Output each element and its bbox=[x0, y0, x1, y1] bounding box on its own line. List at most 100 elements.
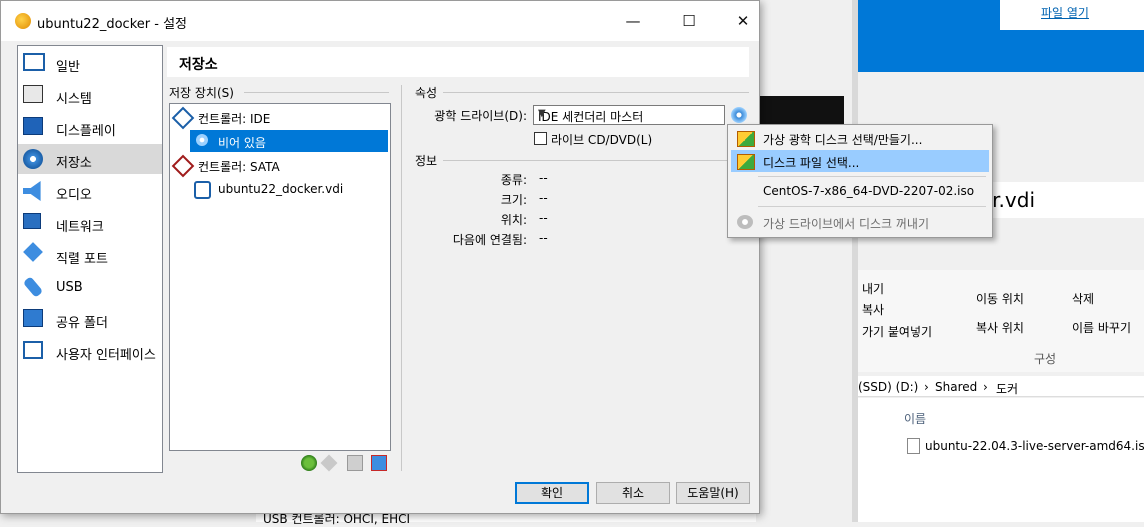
iso-file-icon bbox=[907, 438, 920, 454]
storage-devices-label: 저장 장치(S) bbox=[169, 86, 234, 100]
optical-drive-select[interactable]: IDE 세컨더리 마스터 ▼ bbox=[533, 105, 725, 125]
add-controller-icon[interactable] bbox=[301, 455, 317, 471]
ribbon-copy[interactable]: 복사 bbox=[862, 301, 884, 318]
network-icon bbox=[23, 213, 41, 229]
menu-item-label: 가상 광학 디스크 선택/만들기... bbox=[763, 133, 923, 147]
maximize-button[interactable]: ☐ bbox=[671, 9, 707, 33]
cancel-button[interactable]: 취소 bbox=[596, 482, 670, 504]
nav-item-label: 오디오 bbox=[56, 188, 92, 203]
pane-divider bbox=[401, 85, 402, 471]
background-dark-panel bbox=[758, 96, 844, 126]
controller-icon bbox=[171, 106, 195, 130]
settings-dialog: ubuntu22_docker - 설정 — ☐ ✕ 일반 시스템 디스플레이 … bbox=[0, 0, 760, 514]
shared-folder-icon bbox=[23, 309, 43, 327]
ribbon-paste[interactable]: 가기 붙여넣기 bbox=[862, 323, 932, 340]
settings-nav: 일반 시스템 디스플레이 저장소 오디오 네트워크 직렬 포트 USB 공유 폴… bbox=[17, 45, 163, 473]
attributes-divider bbox=[443, 92, 749, 93]
virtualbox-app-icon bbox=[15, 13, 31, 29]
live-cd-label[interactable]: 라이브 CD/DVD(L) bbox=[551, 131, 652, 148]
page-header: 저장소 bbox=[167, 47, 749, 77]
nav-item-serial-port[interactable]: 직렬 포트 bbox=[18, 240, 162, 270]
serial-port-icon bbox=[23, 242, 43, 262]
info-attached-value: -- bbox=[539, 231, 548, 245]
tree-node-label: 컨트롤러: SATA bbox=[198, 160, 280, 174]
user-interface-icon bbox=[23, 341, 43, 359]
path-sep-2: › bbox=[983, 380, 988, 394]
folder-disk-icon bbox=[737, 154, 755, 170]
info-type-label: 종류: bbox=[500, 173, 527, 187]
menu-item-choose-create-disk[interactable]: 가상 광학 디스크 선택/만들기... bbox=[731, 127, 989, 149]
nav-item-label: 네트워크 bbox=[56, 220, 104, 235]
attributes-label: 속성 bbox=[415, 86, 438, 100]
info-divider bbox=[443, 160, 749, 161]
nav-item-network[interactable]: 네트워크 bbox=[18, 208, 162, 238]
live-cd-checkbox[interactable] bbox=[534, 132, 547, 145]
storage-devices-divider bbox=[244, 92, 389, 93]
general-icon bbox=[23, 53, 45, 71]
info-size-label: 크기: bbox=[500, 193, 527, 207]
minimize-button[interactable]: — bbox=[615, 9, 651, 33]
nav-item-label: 공유 폴더 bbox=[56, 316, 108, 331]
tree-node-label: 컨트롤러: IDE bbox=[198, 112, 271, 126]
nav-item-user-interface[interactable]: 사용자 인터페이스 bbox=[18, 336, 162, 366]
menu-item-choose-disk-file[interactable]: 디스크 파일 선택... bbox=[731, 150, 989, 172]
ribbon-copy-to[interactable]: 복사 위치 bbox=[976, 319, 1024, 336]
nav-item-system[interactable]: 시스템 bbox=[18, 80, 162, 110]
nav-item-label: 저장소 bbox=[56, 156, 92, 171]
tree-node-label: 비어 있음 bbox=[218, 136, 266, 150]
nav-item-label: 직렬 포트 bbox=[56, 252, 108, 267]
controller-icon bbox=[171, 154, 195, 178]
column-name-header[interactable]: 이름 bbox=[904, 410, 926, 427]
remove-attachment-icon[interactable] bbox=[371, 455, 387, 471]
path-shared[interactable]: Shared bbox=[935, 380, 977, 394]
nav-item-general[interactable]: 일반 bbox=[18, 48, 162, 78]
nav-item-label: 디스플레이 bbox=[56, 124, 116, 139]
tree-node-sata-controller[interactable]: 컨트롤러: SATA bbox=[170, 154, 388, 178]
hard-disk-icon bbox=[194, 181, 211, 199]
nav-item-audio[interactable]: 오디오 bbox=[18, 176, 162, 206]
path-docker[interactable]: 도커 bbox=[996, 380, 1018, 397]
path-sep-1: › bbox=[924, 380, 929, 394]
tree-node-sata-disk[interactable]: ubuntu22_docker.vdi bbox=[190, 178, 388, 200]
nav-item-label: USB bbox=[56, 280, 83, 295]
ribbon-group-label: 구성 bbox=[1034, 352, 1057, 366]
ribbon-cut[interactable]: 내기 bbox=[862, 280, 884, 297]
nav-item-storage[interactable]: 저장소 bbox=[18, 144, 162, 174]
explorer-file-list bbox=[858, 398, 1144, 522]
ribbon-delete[interactable]: 삭제 bbox=[1072, 290, 1094, 307]
choose-disk-button[interactable] bbox=[729, 105, 749, 125]
usb-icon bbox=[22, 276, 44, 298]
remove-controller-icon[interactable] bbox=[320, 454, 338, 472]
menu-separator bbox=[758, 206, 986, 207]
eject-disk-icon bbox=[737, 215, 753, 229]
audio-icon bbox=[23, 181, 41, 201]
menu-item-centos-iso[interactable]: CentOS-7-x86_64-DVD-2207-02.iso bbox=[731, 180, 989, 202]
image-disk-icon bbox=[737, 131, 755, 147]
info-type-value: -- bbox=[539, 171, 548, 185]
ok-button[interactable]: 확인 bbox=[515, 482, 589, 504]
background-window-left bbox=[758, 0, 856, 522]
ribbon-rename[interactable]: 이름 바꾸기 bbox=[1072, 319, 1131, 336]
nav-item-shared-folder[interactable]: 공유 폴더 bbox=[18, 304, 162, 334]
close-button[interactable]: ✕ bbox=[725, 9, 761, 33]
title-bar: ubuntu22_docker - 설정 — ☐ ✕ bbox=[1, 1, 759, 41]
help-button[interactable]: 도움말(H) bbox=[676, 482, 750, 504]
ribbon-move-to[interactable]: 이동 위치 bbox=[976, 290, 1024, 307]
path-drive[interactable]: (SSD) (D:) bbox=[858, 380, 918, 394]
file-open-link[interactable]: 파일 열기 bbox=[1041, 4, 1089, 21]
nav-item-label: 사용자 인터페이스 bbox=[56, 348, 156, 363]
add-attachment-icon[interactable] bbox=[347, 455, 363, 471]
tree-node-ide-empty[interactable]: 비어 있음 bbox=[190, 130, 388, 152]
tree-node-ide-controller[interactable]: 컨트롤러: IDE bbox=[170, 106, 388, 130]
storage-tree[interactable]: 컨트롤러: IDE 비어 있음 컨트롤러: SATA ubuntu22_dock… bbox=[169, 103, 391, 451]
menu-separator bbox=[758, 176, 986, 177]
file-list-item[interactable]: ubuntu-22.04.3-live-server-amd64.iso bbox=[925, 439, 1144, 453]
optical-drive-label: 광학 드라이브(D): bbox=[434, 109, 527, 123]
nav-item-display[interactable]: 디스플레이 bbox=[18, 112, 162, 142]
optical-disk-icon bbox=[731, 107, 747, 123]
chevron-down-icon: ▼ bbox=[538, 108, 546, 119]
system-icon bbox=[23, 85, 43, 103]
menu-item-eject-disk[interactable]: 가상 드라이브에서 디스크 꺼내기 bbox=[731, 211, 989, 233]
disk-popup-menu: 가상 광학 디스크 선택/만들기... 디스크 파일 선택... CentOS-… bbox=[727, 124, 993, 238]
nav-item-usb[interactable]: USB bbox=[18, 272, 162, 302]
